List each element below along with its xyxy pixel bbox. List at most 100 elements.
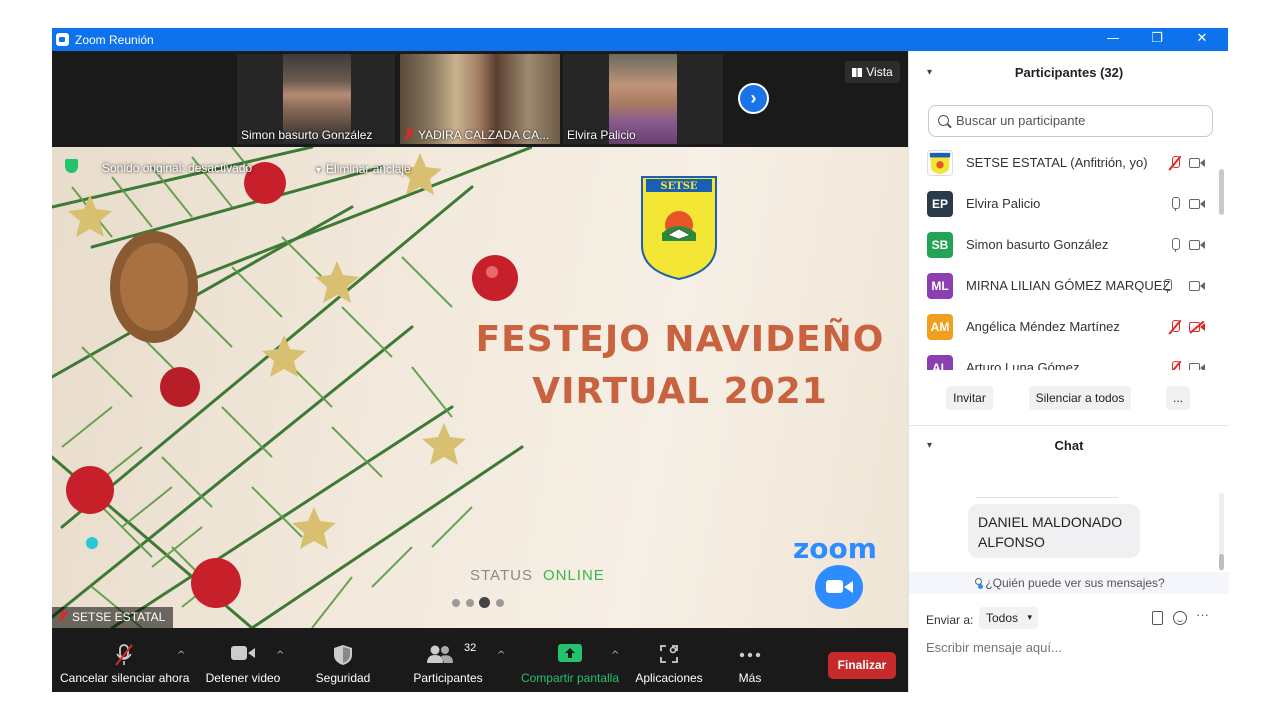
chat-scrollbar-thumb[interactable] <box>1219 554 1224 570</box>
minimize-button[interactable]: — <box>1090 28 1136 51</box>
close-button[interactable]: ✕ <box>1179 28 1225 51</box>
mic-icon[interactable] <box>1160 279 1174 293</box>
unpin-button[interactable]: ▾ Eliminar anclaje <box>316 162 411 176</box>
share-info-bar: Sonido original: desactivado ▾ Eliminar a… <box>52 147 412 183</box>
status-value: ONLINE <box>542 567 605 584</box>
video-options-chevron-icon[interactable]: ^ <box>276 650 284 661</box>
camera-off-icon[interactable] <box>1189 321 1206 333</box>
mic-muted-icon[interactable] <box>1168 320 1182 334</box>
who-can-see-label: ¿Quién puede ver sus mensajes? <box>985 576 1165 590</box>
unmute-button[interactable]: Cancelar silenciar ahora <box>60 628 189 692</box>
slide-pager <box>452 597 508 609</box>
restore-button[interactable]: ❐ <box>1134 28 1180 51</box>
participants-header: ▾ Participantes (32) <box>909 53 1229 93</box>
collapse-chat-chevron-icon[interactable]: ▾ <box>927 426 932 466</box>
audio-options-chevron-icon[interactable]: ^ <box>177 650 185 661</box>
end-meeting-button[interactable]: Finalizar <box>828 652 896 679</box>
slide-title-line-1: FESTEJO NAVIDEÑO <box>475 319 885 360</box>
mic-muted-icon[interactable] <box>1168 361 1182 370</box>
view-button[interactable]: Vista <box>845 61 900 83</box>
more-label: Más <box>738 671 762 685</box>
share-screen-button[interactable]: Compartir pantalla <box>518 628 622 692</box>
mute-all-button[interactable]: Silenciar a todos <box>1029 386 1131 410</box>
participants-title: Participantes (32) <box>1014 65 1124 80</box>
window-title: Zoom Reunión <box>75 33 154 47</box>
participant-row[interactable]: AL Arturo Luna Gómez <box>909 347 1219 370</box>
original-sound-toggle[interactable]: Sonido original: desactivado <box>102 161 252 175</box>
zoom-logo: zoom <box>793 532 877 565</box>
participants-label: Participantes <box>413 671 483 685</box>
shared-screen: Sonido original: desactivado ▾ Eliminar a… <box>52 147 908 628</box>
side-panel: ▾ Participantes (32) Buscar un participa… <box>908 51 1229 692</box>
mic-icon[interactable] <box>1168 197 1182 211</box>
title-bar: Zoom Reunión — ❐ ✕ <box>52 28 1228 51</box>
thumbnail-strip: Simon basurto González YADIRA CALZADA CA… <box>52 51 908 147</box>
chat-separator <box>976 497 1118 498</box>
setse-logo: SETSE <box>641 176 717 281</box>
stop-video-label: Detener video <box>205 671 281 685</box>
chat-title: Chat <box>1054 438 1084 453</box>
participant-name: SETSE ESTATAL (Anfitrión, yo) <box>966 155 1148 170</box>
camera-icon[interactable] <box>1189 280 1206 292</box>
chevron-down-icon: ▾ <box>1027 613 1032 623</box>
file-icon[interactable] <box>1152 611 1163 625</box>
share-screen-icon <box>558 644 582 662</box>
camera-icon[interactable] <box>1189 198 1206 210</box>
send-to-dropdown[interactable]: Todos ▾ <box>979 607 1038 629</box>
pager-dot-active[interactable] <box>479 597 490 608</box>
participants-options-chevron-icon[interactable]: ^ <box>497 650 505 661</box>
pager-dot[interactable] <box>452 599 460 607</box>
more-button[interactable]: Más <box>730 628 770 692</box>
video-camera-icon <box>231 646 255 660</box>
zoom-window: Zoom Reunión — ❐ ✕ Simon basurto Gonzále… <box>52 28 1229 692</box>
security-button[interactable]: Seguridad <box>305 628 381 692</box>
participants-button[interactable]: 32 Participantes <box>406 628 490 692</box>
thumbnail-name: Simon basurto González <box>241 128 373 142</box>
avatar: SB <box>927 232 953 258</box>
avatar: ML <box>927 273 953 299</box>
logo-text: SETSE <box>660 181 698 192</box>
camera-icon[interactable] <box>1189 362 1206 370</box>
participant-thumbnail[interactable]: Simon basurto González <box>237 54 395 144</box>
share-options-chevron-icon[interactable]: ^ <box>611 650 619 661</box>
participant-search-input[interactable]: Buscar un participante <box>928 105 1213 137</box>
participant-row[interactable]: SB Simon basurto González <box>909 224 1219 265</box>
camera-icon[interactable] <box>1189 157 1206 169</box>
pager-dot[interactable] <box>466 599 474 607</box>
mic-muted-icon[interactable] <box>1168 156 1182 170</box>
pin-icon: ▾ <box>316 165 322 176</box>
pager-dot[interactable] <box>496 599 504 607</box>
stop-video-button[interactable]: Detener video <box>203 628 283 692</box>
avatar: AM <box>927 314 953 340</box>
collapse-participants-chevron-icon[interactable]: ▾ <box>927 53 932 93</box>
chat-more-icon[interactable]: ··· <box>1196 607 1209 622</box>
next-page-button[interactable]: › <box>738 83 769 114</box>
participant-row[interactable]: ML MIRNA LILIAN GÓMEZ MARQUEZ <box>909 265 1219 306</box>
participant-row[interactable]: AM Angélica Méndez Martínez <box>909 306 1219 347</box>
participant-list-scrollbar[interactable] <box>1219 169 1224 215</box>
apps-button[interactable]: Aplicaciones <box>632 628 706 692</box>
chat-message: DANIEL MALDONADO ALFONSO <box>968 504 1140 558</box>
chat-message-input[interactable] <box>926 637 1211 657</box>
participant-name: MIRNA LILIAN GÓMEZ MARQUEZ <box>966 278 1171 293</box>
thumbnail-name-text: YADIRA CALZADA CA... <box>418 128 550 142</box>
who-can-see-link[interactable]: ¿Quién puede ver sus mensajes? <box>909 572 1229 594</box>
shield-icon <box>334 645 352 665</box>
mic-icon[interactable] <box>1168 238 1182 252</box>
participant-row[interactable]: EP Elvira Palicio <box>909 183 1219 224</box>
presenter-name: SETSE ESTATAL <box>72 610 166 624</box>
slide-title-line-2: VIRTUAL 2021 <box>532 371 828 412</box>
participant-row[interactable]: SETSE ESTATAL (Anfitrión, yo) <box>909 142 1219 183</box>
participant-list: SETSE ESTATAL (Anfitrión, yo) EP Elvira … <box>909 142 1219 370</box>
apps-label: Aplicaciones <box>635 671 703 685</box>
apps-icon <box>660 645 678 663</box>
participant-thumbnail[interactable]: YADIRA CALZADA CA... <box>400 54 560 144</box>
invite-button[interactable]: Invitar <box>946 386 993 410</box>
grid-icon <box>852 68 863 77</box>
emoji-icon[interactable] <box>1173 611 1187 625</box>
camera-icon[interactable] <box>1189 239 1206 251</box>
participant-name: Arturo Luna Gómez <box>966 360 1080 370</box>
participants-more-button[interactable]: ... <box>1166 386 1190 410</box>
thumbnail-name: YADIRA CALZADA CA... <box>404 128 549 142</box>
participant-thumbnail[interactable]: Elvira Palicio <box>563 54 723 144</box>
